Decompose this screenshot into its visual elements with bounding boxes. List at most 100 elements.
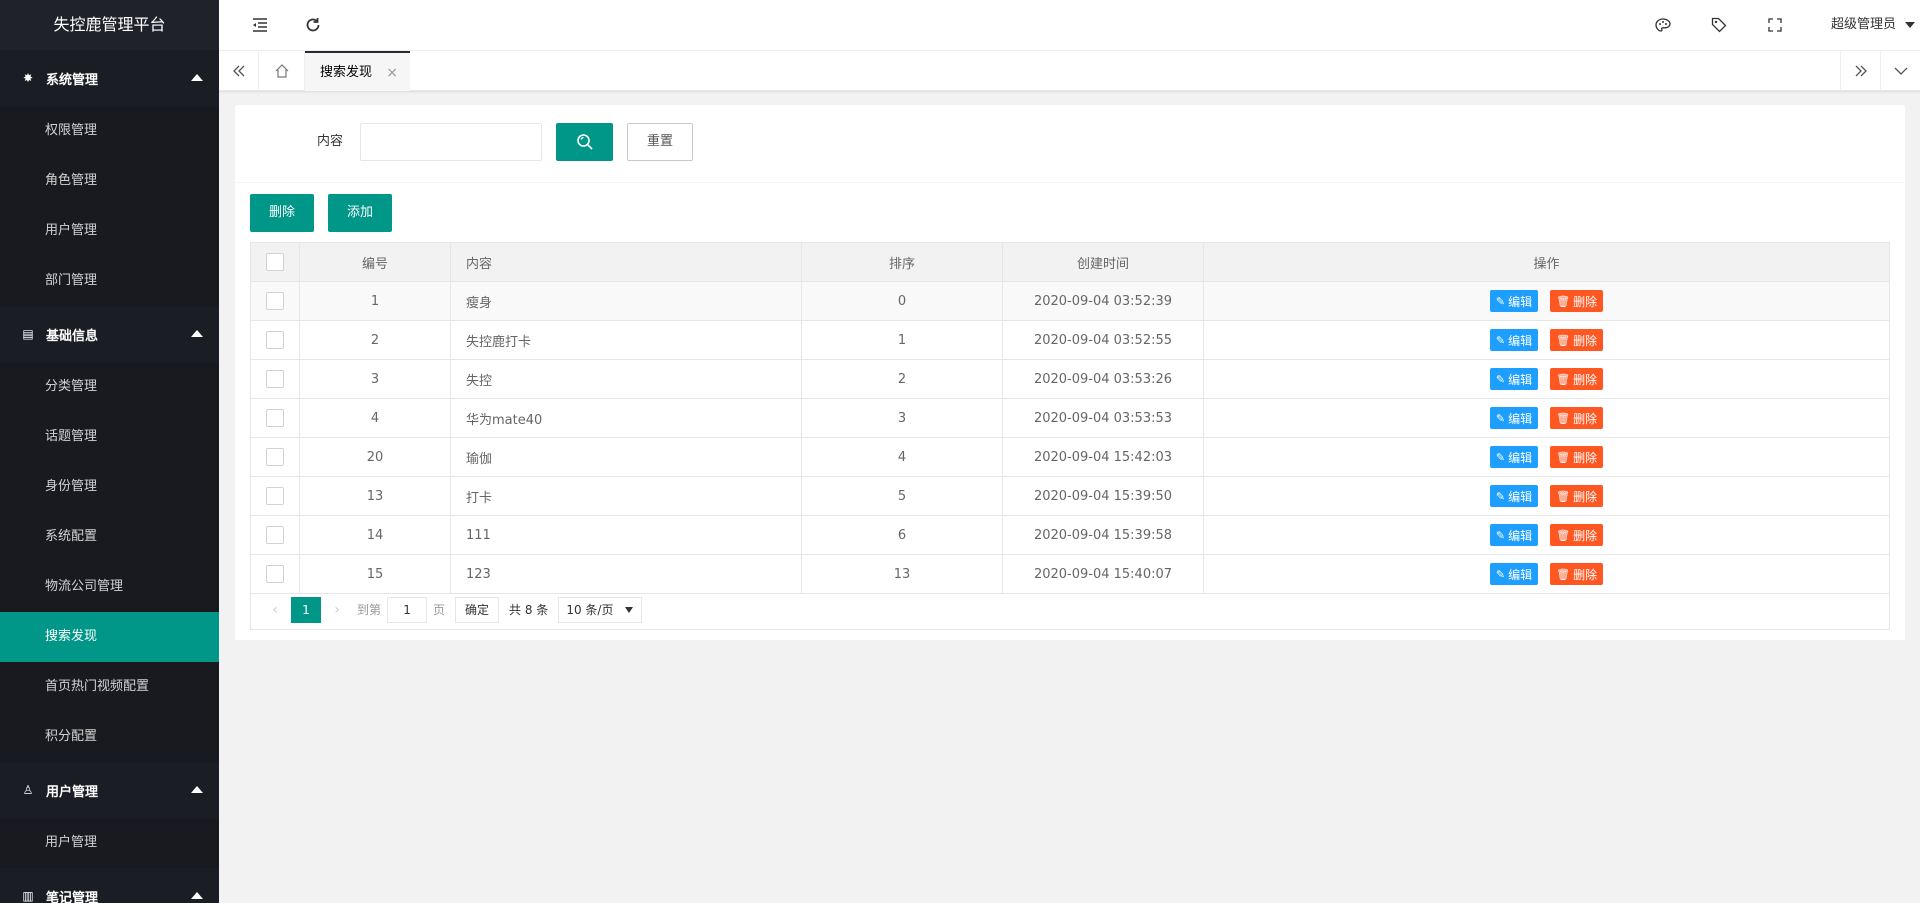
sidebar-item[interactable]: 搜索发现 [0, 612, 219, 662]
collapse-menu-icon[interactable] [249, 14, 271, 36]
sidebar-item[interactable]: 角色管理 [0, 156, 219, 206]
row-checkbox[interactable] [266, 370, 284, 388]
sidebar-item[interactable]: 用户管理 [0, 206, 219, 256]
cell-id: 15 [299, 554, 451, 594]
row-select-cell [250, 515, 300, 555]
delete-button[interactable]: 🗑 删除 [1550, 368, 1604, 390]
add-button[interactable]: 添加 [328, 194, 392, 232]
cell-content: 华为mate40 [450, 398, 802, 438]
edit-button[interactable]: ✎ 编辑 [1489, 329, 1539, 351]
sidebar-item[interactable]: 分类管理 [0, 362, 219, 412]
sidebar-item[interactable]: 权限管理 [0, 106, 219, 156]
goto-label: 到第 [357, 603, 382, 617]
sidebar-item[interactable]: 积分配置 [0, 712, 219, 762]
row-select-cell [250, 281, 300, 321]
cell-actions: ✎ 编辑 🗑 删除 [1203, 320, 1890, 360]
user-menu[interactable]: 超级管理员 [1831, 0, 1920, 50]
refresh-icon[interactable] [302, 14, 324, 36]
cell-created: 2020-09-04 15:39:58 [1002, 515, 1204, 555]
sidebar-group-0[interactable]: ✸ 系统管理 [0, 50, 219, 106]
cell-actions: ✎ 编辑 🗑 删除 [1203, 359, 1890, 399]
row-select-cell [250, 554, 300, 594]
chevron-down-icon [625, 606, 634, 613]
table-row: 1 瘦身 0 2020-09-04 03:52:39 ✎ 编辑 🗑 删除 [250, 281, 1890, 321]
sidebar-item[interactable]: 部门管理 [0, 256, 219, 306]
column-header-created[interactable]: 创建时间 [1002, 242, 1204, 282]
sidebar-item[interactable]: 身份管理 [0, 462, 219, 512]
pencil-icon: ✎ [1495, 450, 1506, 464]
delete-button[interactable]: 🗑 删除 [1550, 485, 1604, 507]
table-row: 13 打卡 5 2020-09-04 15:39:50 ✎ 编辑 🗑 删除 [250, 476, 1890, 516]
search-label: 内容 [317, 134, 344, 149]
delete-button[interactable]: 🗑 删除 [1550, 329, 1604, 351]
search-icon [576, 134, 593, 150]
next-page-icon[interactable]: › [323, 597, 351, 623]
edit-label: 编辑 [1508, 411, 1533, 426]
tabs-scroll-right-icon[interactable] [1840, 51, 1880, 91]
select-all-checkbox[interactable] [266, 253, 284, 271]
delete-button[interactable]: 🗑 删除 [1550, 563, 1604, 585]
delete-button[interactable]: 🗑 删除 [1550, 290, 1604, 312]
edit-button[interactable]: ✎ 编辑 [1489, 485, 1539, 507]
edit-button[interactable]: ✎ 编辑 [1489, 368, 1539, 390]
edit-button[interactable]: ✎ 编辑 [1489, 446, 1539, 468]
tabs-scroll-left-icon[interactable] [219, 51, 259, 91]
current-page-number[interactable]: 1 [291, 596, 321, 623]
row-checkbox[interactable] [266, 448, 284, 466]
row-checkbox[interactable] [266, 526, 284, 544]
edit-button[interactable]: ✎ 编辑 [1489, 524, 1539, 546]
cell-order: 13 [801, 554, 1003, 594]
home-tab-icon[interactable] [259, 51, 305, 91]
sidebar-item[interactable]: 首页热门视频配置 [0, 662, 219, 712]
sidebar-group-1[interactable]: ▤ 基础信息 [0, 306, 219, 362]
reset-button[interactable]: 重置 [627, 123, 693, 161]
chevron-up-icon [191, 74, 203, 81]
sidebar-item[interactable]: 系统配置 [0, 512, 219, 562]
tag-icon[interactable] [1708, 14, 1730, 36]
sidebar-item[interactable]: 话题管理 [0, 412, 219, 462]
row-checkbox[interactable] [266, 331, 284, 349]
delete-button[interactable]: 🗑 删除 [1550, 407, 1604, 429]
search-form: 内容 重置 [235, 105, 1905, 183]
edit-button[interactable]: ✎ 编辑 [1489, 407, 1539, 429]
delete-button[interactable]: 🗑 删除 [1550, 524, 1604, 546]
close-icon[interactable]: × [386, 53, 398, 93]
chevron-down-icon [1905, 22, 1915, 28]
tab-search-discover[interactable]: 搜索发现 × [305, 51, 411, 93]
tabs-menu-chevron-down-icon[interactable] [1880, 51, 1920, 91]
delete-button[interactable]: 🗑 删除 [1550, 446, 1604, 468]
cell-id: 1 [299, 281, 451, 321]
column-header-content[interactable]: 内容 [450, 242, 802, 282]
cell-created: 2020-09-04 15:39:50 [1002, 476, 1204, 516]
batch-delete-button[interactable]: 删除 [250, 194, 314, 232]
cell-id: 20 [299, 437, 451, 477]
column-header-order[interactable]: 排序 [801, 242, 1003, 282]
row-checkbox[interactable] [266, 409, 284, 427]
pencil-icon: ✎ [1495, 333, 1506, 347]
edit-button[interactable]: ✎ 编辑 [1489, 290, 1539, 312]
goto-page-input[interactable]: 1 [387, 596, 428, 623]
cell-order: 4 [801, 437, 1003, 477]
column-header-id[interactable]: 编号 [299, 242, 451, 282]
prev-page-icon[interactable]: ‹ [261, 597, 289, 623]
edit-button[interactable]: ✎ 编辑 [1489, 563, 1539, 585]
document-icon: ▤ [22, 327, 34, 341]
row-checkbox[interactable] [266, 292, 284, 310]
fullscreen-icon[interactable] [1764, 14, 1786, 36]
search-button[interactable] [556, 123, 613, 161]
cell-content: 打卡 [450, 476, 802, 516]
trash-icon: 🗑 [1556, 567, 1571, 581]
sidebar-item[interactable]: 用户管理 [0, 818, 219, 868]
trash-icon: 🗑 [1556, 372, 1571, 386]
delete-label: 删除 [1573, 411, 1598, 426]
sidebar-group-2[interactable]: ♙ 用户管理 [0, 762, 219, 818]
sidebar-group-3[interactable]: ▥ 笔记管理 [0, 868, 219, 903]
cell-actions: ✎ 编辑 🗑 删除 [1203, 398, 1890, 438]
search-input[interactable] [360, 123, 542, 161]
sidebar-item[interactable]: 物流公司管理 [0, 562, 219, 612]
page-size-select[interactable]: 10 条/页 [558, 596, 643, 623]
row-checkbox[interactable] [266, 487, 284, 505]
theme-icon[interactable] [1652, 14, 1674, 36]
row-checkbox[interactable] [266, 565, 284, 583]
goto-confirm-button[interactable]: 确定 [455, 596, 500, 623]
